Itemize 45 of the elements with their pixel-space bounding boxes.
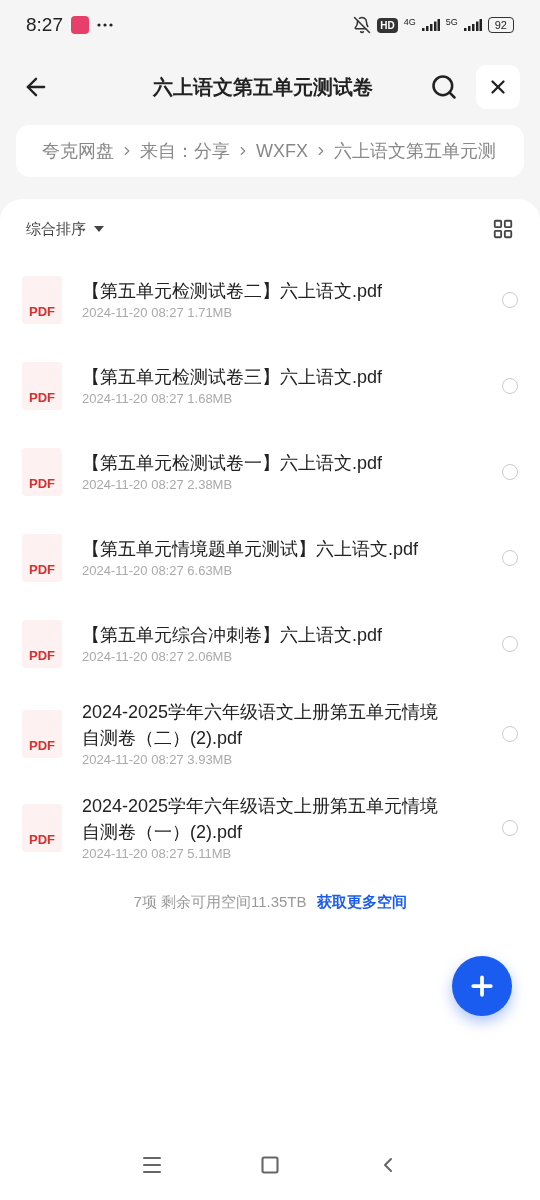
file-name[interactable]: 【第五单元检测试卷三】六上语文.pdf <box>82 364 502 390</box>
pdf-file-icon: PDF <box>22 534 62 582</box>
search-icon <box>430 73 458 101</box>
file-name[interactable]: 2024-2025学年六年级语文上册第五单元情境自测卷（二）(2).pdf <box>82 699 502 751</box>
grid-view-icon[interactable] <box>492 218 514 240</box>
breadcrumb-item[interactable]: WXFX <box>256 137 308 165</box>
sort-dropdown[interactable]: 综合排序 <box>26 217 104 241</box>
file-name[interactable]: 【第五单元情境题单元测试】六上语文.pdf <box>82 536 502 562</box>
add-button[interactable] <box>452 955 512 1016</box>
file-name[interactable]: 【第五单元检测试卷二】六上语文.pdf <box>82 278 502 304</box>
home-icon[interactable] <box>260 1155 280 1175</box>
battery-level: 92 <box>487 17 514 33</box>
storage-summary: 7项 剩余可用空间11.35TB <box>133 892 307 912</box>
file-meta: 2024-11-20 08:27 5.11MB <box>82 845 233 863</box>
hd-badge: HD <box>377 17 398 33</box>
dropdown-caret-icon <box>94 226 104 232</box>
breadcrumb-item[interactable]: 六上语文第五单元测 <box>334 137 496 165</box>
pdf-file-icon: PDF <box>22 710 62 758</box>
signal-icon <box>463 19 482 31</box>
more-notifications-icon <box>97 23 113 27</box>
pdf-file-icon: PDF <box>22 804 62 852</box>
status-time: 8:27 <box>26 12 63 37</box>
file-meta: 2024-11-20 08:27 1.71MB <box>82 304 234 322</box>
close-button[interactable] <box>476 65 520 109</box>
pdf-file-icon: PDF <box>22 276 62 324</box>
file-name[interactable]: 【第五单元综合冲刺卷】六上语文.pdf <box>82 622 502 648</box>
get-more-space-link[interactable]: 获取更多空间 <box>316 891 407 914</box>
network-type: 4G <box>403 16 416 29</box>
pdf-file-icon: PDF <box>22 448 62 496</box>
network-type: 5G <box>445 16 458 29</box>
page-title: 六上语文第五单元测试卷 <box>152 75 374 100</box>
mute-icon <box>353 16 372 34</box>
pdf-file-icon: PDF <box>22 362 62 410</box>
file-meta: 2024-11-20 08:27 6.63MB <box>82 562 234 580</box>
file-meta: 2024-11-20 08:27 1.68MB <box>82 390 234 408</box>
file-meta: 2024-11-20 08:27 2.38MB <box>82 476 234 494</box>
app-notification-icon <box>71 16 89 34</box>
file-name[interactable]: 【第五单元检测试卷一】六上语文.pdf <box>82 450 502 476</box>
pdf-file-icon: PDF <box>22 620 62 668</box>
breadcrumb-item[interactable]: 夸克网盘 <box>42 137 114 165</box>
signal-icon <box>421 19 440 31</box>
file-meta: 2024-11-20 08:27 2.06MB <box>82 648 234 666</box>
file-name[interactable]: 2024-2025学年六年级语文上册第五单元情境自测卷（一）(2).pdf <box>82 793 502 845</box>
file-meta: 2024-11-20 08:27 3.93MB <box>82 751 234 769</box>
breadcrumb-item[interactable]: 来自：分享 <box>140 137 230 165</box>
